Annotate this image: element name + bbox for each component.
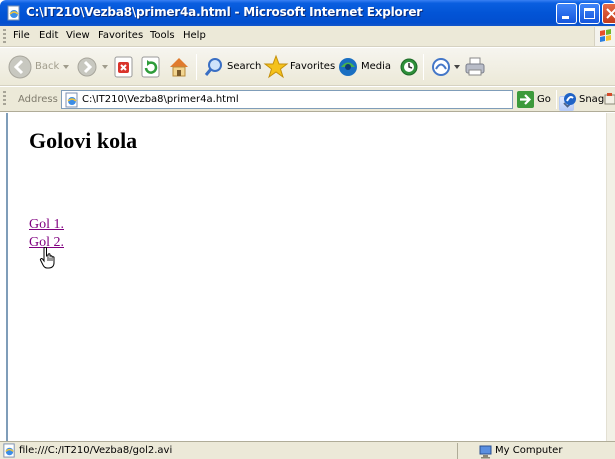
toolbar-separator xyxy=(556,90,557,109)
mail-dropdown-icon[interactable] xyxy=(453,63,461,71)
maximize-icon xyxy=(584,8,595,19)
history-icon[interactable] xyxy=(398,56,420,78)
my-computer-icon xyxy=(479,445,492,459)
page-status-icon xyxy=(3,443,15,458)
windows-flag-icon xyxy=(600,29,611,42)
minimize-button[interactable] xyxy=(556,3,577,24)
window-title: C:\IT210\Vezba8\primer4a.html - Microsof… xyxy=(26,5,422,19)
print-icon[interactable] xyxy=(464,56,486,78)
status-text: file:///C:/IT210/Vezba8/gol2.avi xyxy=(19,445,173,456)
snagit-icon[interactable] xyxy=(563,92,577,106)
address-bar: Address C:\IT210\Vezba8\primer4a.html Go… xyxy=(0,87,615,112)
ie-document-icon[interactable] xyxy=(6,5,22,21)
media-icon[interactable] xyxy=(337,56,359,78)
favorites-star-icon[interactable] xyxy=(263,54,289,80)
back-button-label[interactable]: Back xyxy=(35,61,59,72)
search-icon[interactable] xyxy=(203,56,225,78)
stop-icon[interactable] xyxy=(113,56,135,78)
menu-help[interactable]: Help xyxy=(183,30,206,41)
page-content: Golovi kola Gol 1. Gol 2. xyxy=(6,113,606,441)
menu-tools[interactable]: Tools xyxy=(150,30,175,41)
maximize-button[interactable] xyxy=(579,3,600,24)
toolbar-separator xyxy=(196,54,197,80)
favorites-button-label[interactable]: Favorites xyxy=(290,61,335,72)
media-button-label[interactable]: Media xyxy=(361,61,391,72)
search-button-label[interactable]: Search xyxy=(227,61,261,72)
close-button[interactable] xyxy=(602,3,615,24)
standard-toolbar: Back Search Favorites Media xyxy=(0,48,615,86)
menu-favorites[interactable]: Favorites xyxy=(98,30,143,41)
snagit-capture-icon[interactable] xyxy=(604,92,615,106)
zone-label: My Computer xyxy=(495,445,563,456)
address-label: Address xyxy=(18,94,58,105)
windows-logo xyxy=(594,27,615,46)
minimize-icon xyxy=(562,16,569,19)
menu-grip[interactable] xyxy=(3,29,6,44)
page-icon xyxy=(65,92,78,108)
link-gol-1[interactable]: Gol 1. xyxy=(29,217,64,233)
menu-view[interactable]: View xyxy=(66,30,90,41)
address-value[interactable]: C:\IT210\Vezba8\primer4a.html xyxy=(82,94,239,105)
page-heading: Golovi kola xyxy=(29,128,138,153)
menu-bar: File Edit View Favorites Tools Help xyxy=(0,26,615,47)
vertical-scrollbar[interactable] xyxy=(606,113,615,441)
go-arrow-icon[interactable] xyxy=(517,91,534,108)
status-bar: file:///C:/IT210/Vezba8/gol2.avi My Comp… xyxy=(0,441,615,459)
menu-file[interactable]: File xyxy=(13,30,30,41)
home-icon[interactable] xyxy=(167,55,191,79)
close-icon xyxy=(606,8,615,19)
go-button-label[interactable]: Go xyxy=(537,94,551,105)
mail-icon[interactable] xyxy=(430,56,452,78)
address-input[interactable]: C:\IT210\Vezba8\primer4a.html xyxy=(61,90,574,111)
forward-dropdown-icon[interactable] xyxy=(101,63,109,71)
refresh-icon[interactable] xyxy=(140,56,162,78)
title-bar[interactable]: C:\IT210\Vezba8\primer4a.html - Microsof… xyxy=(0,0,615,26)
address-grip[interactable] xyxy=(3,91,6,107)
back-dropdown-icon[interactable] xyxy=(62,63,70,71)
menu-edit[interactable]: Edit xyxy=(39,30,58,41)
toolbar-separator xyxy=(423,54,424,80)
back-icon[interactable] xyxy=(7,54,33,80)
security-zone-pane: My Computer xyxy=(457,443,615,459)
forward-icon[interactable] xyxy=(76,56,98,78)
hand-cursor-icon xyxy=(39,247,55,269)
